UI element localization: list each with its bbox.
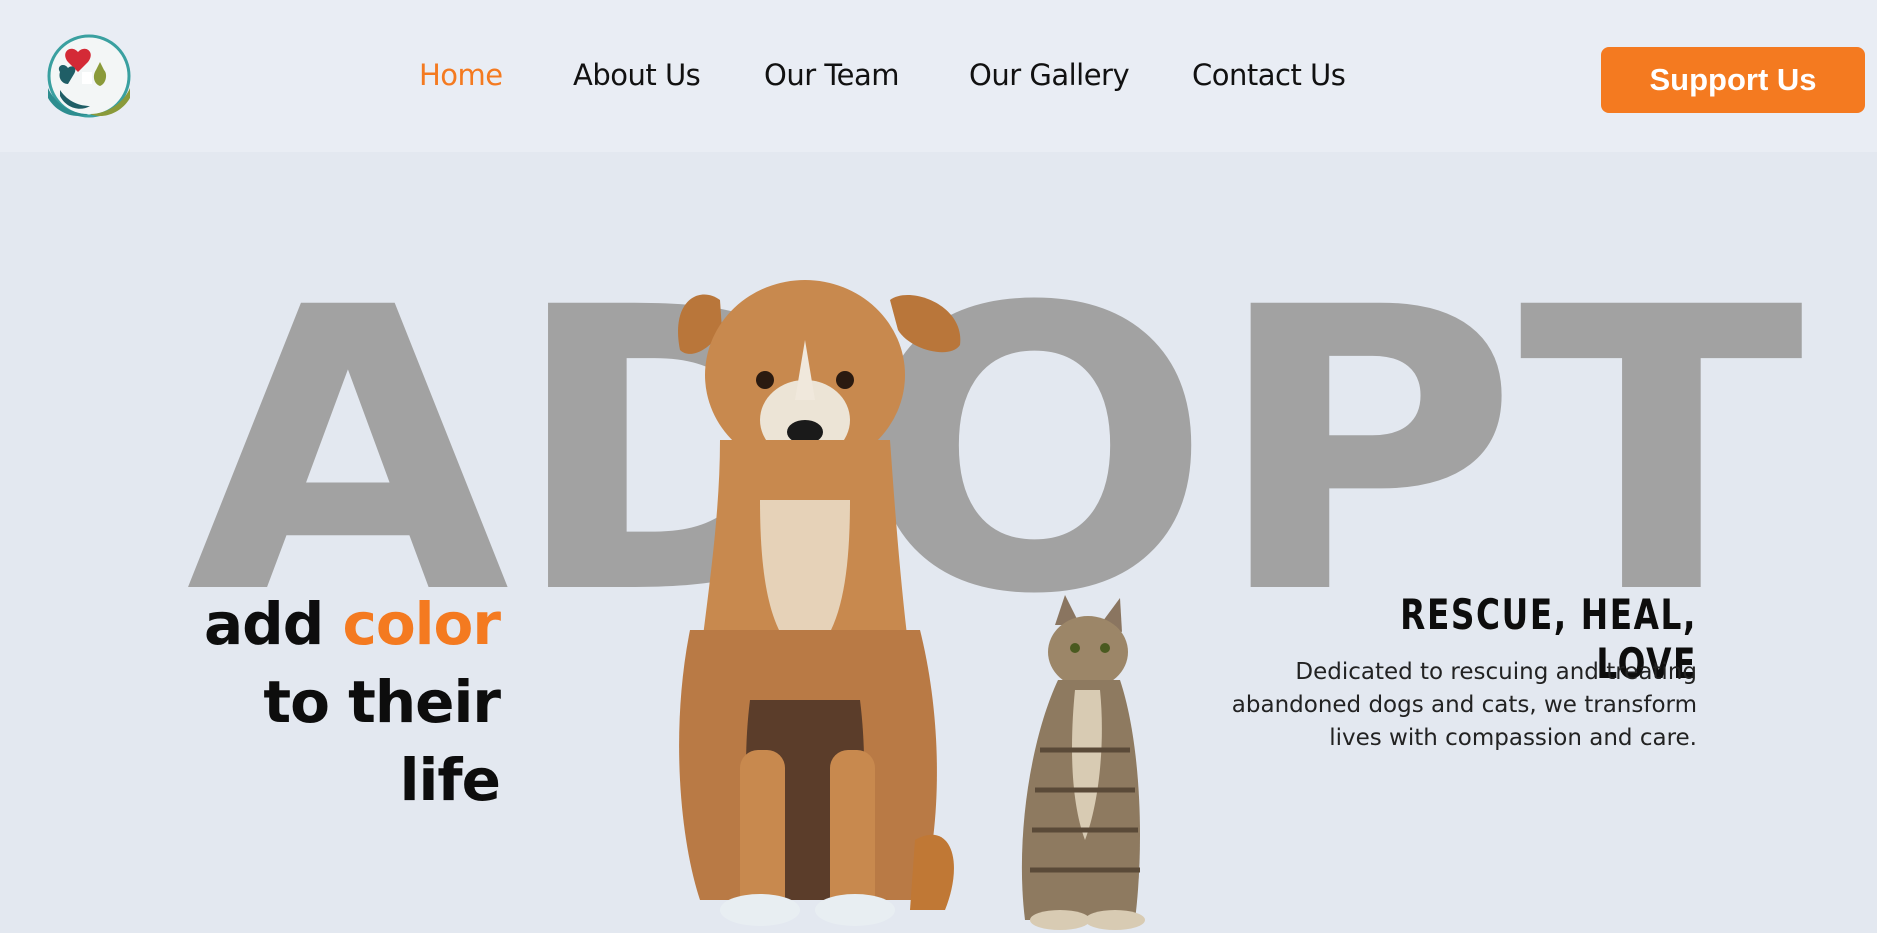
cat-icon: [1021, 595, 1145, 930]
tagline-add: add: [204, 590, 324, 658]
hero-description: Dedicated to rescuing and treating aband…: [1231, 659, 1697, 751]
dog-icon: [678, 280, 961, 926]
tagline-line-3: life: [399, 746, 501, 814]
tagline-line-1: add color: [150, 585, 501, 663]
hero-tagline: add color to their life: [150, 585, 501, 819]
tagline-color-accent: color: [342, 590, 501, 658]
tagline-line-2: to their: [263, 668, 501, 736]
dog-and-cat-photo: [678, 280, 1145, 930]
